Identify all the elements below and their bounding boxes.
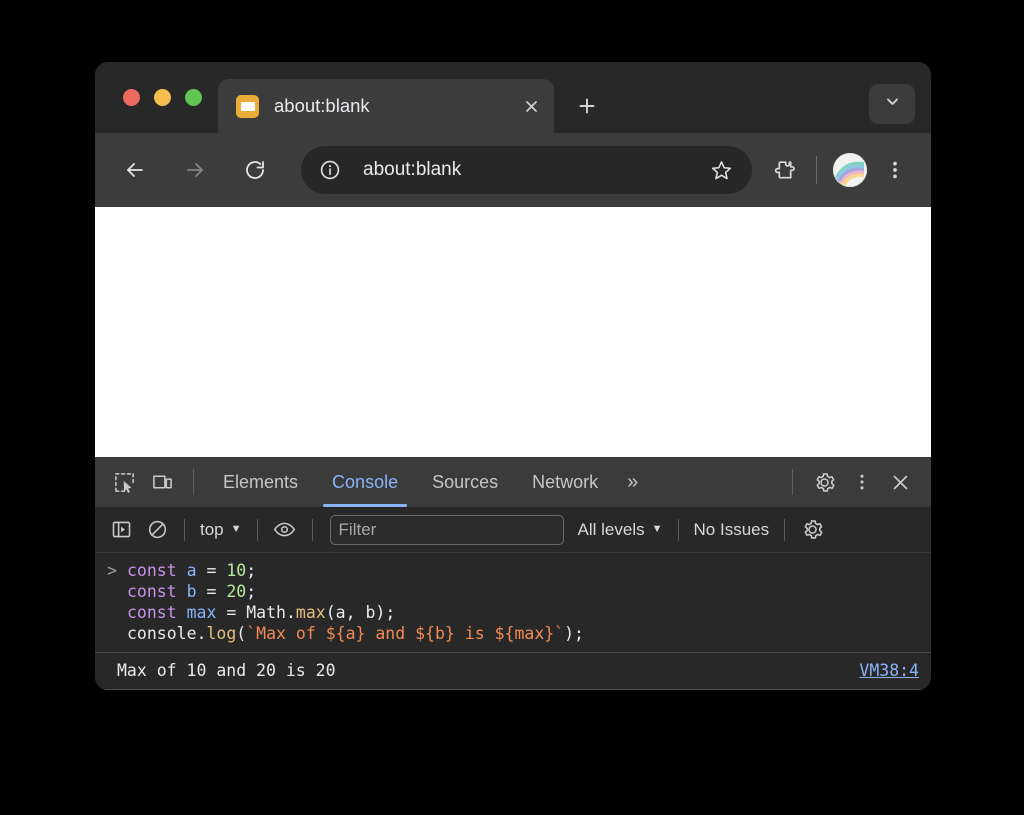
console-toolbar-divider-5	[784, 518, 786, 541]
console-toolbar-divider-3	[311, 518, 313, 541]
code-token: 20	[226, 582, 247, 601]
tab-network[interactable]: Network	[515, 457, 615, 507]
toolbar-right-actions	[762, 148, 917, 192]
tab-strip: about:blank	[95, 62, 931, 133]
more-tabs-icon[interactable]: »	[615, 471, 650, 494]
log-level-selector[interactable]: All levels ▼	[572, 520, 669, 540]
tab-label: Console	[332, 471, 399, 492]
code-token: b	[186, 582, 197, 601]
forward-button[interactable]	[173, 148, 217, 192]
new-tab-button[interactable]	[568, 87, 606, 125]
code-token: max	[186, 603, 217, 622]
console-toolbar: top ▼ All levels ▼ No Issues	[95, 507, 931, 553]
browser-tab-about-blank[interactable]: about:blank	[218, 79, 554, 133]
devtools-close-icon[interactable]	[881, 463, 919, 501]
code-token: =	[196, 561, 227, 580]
clear-console-icon[interactable]	[139, 512, 175, 548]
code-token: (a, b);	[325, 603, 396, 622]
devtools-tab-bar: Elements Console Sources Network »	[95, 457, 931, 507]
browser-toolbar: about:blank	[95, 133, 931, 207]
window-minimize-button[interactable]	[154, 89, 171, 106]
execution-context-selector[interactable]: top ▼	[194, 520, 248, 540]
tab-label: Elements	[223, 471, 299, 492]
code-token: const	[127, 561, 177, 580]
console-output-text: Max of 10 and 20 is 20	[117, 661, 336, 680]
address-bar[interactable]: about:blank	[301, 146, 752, 194]
code-token: `Max of ${a} and ${b} is ${max}`	[246, 624, 565, 643]
chevron-down-icon: ▼	[230, 523, 242, 535]
execution-context-label: top	[200, 519, 224, 539]
console-prompt-caret: >	[107, 561, 117, 580]
live-expression-eye-icon[interactable]	[267, 512, 303, 548]
devtools-divider-right	[792, 469, 793, 495]
window-traffic-lights	[95, 62, 218, 133]
devtools-divider	[193, 469, 194, 495]
code-token: max	[295, 603, 326, 622]
console-settings-gear-icon[interactable]	[794, 512, 830, 548]
page-viewport[interactable]	[95, 207, 931, 457]
desktop-background: about:blank about:blank Elements Console…	[0, 0, 1024, 815]
code-token: log	[206, 624, 237, 643]
tab-title: about:blank	[274, 95, 370, 116]
code-token: const	[127, 582, 177, 601]
reload-button[interactable]	[233, 148, 277, 192]
console-toolbar-divider-1	[184, 518, 185, 541]
code-token: a	[186, 561, 197, 580]
device-toolbar-icon[interactable]	[143, 463, 181, 501]
code-token: ;	[246, 561, 257, 580]
code-token: ;	[246, 582, 257, 601]
extensions-puzzle-icon[interactable]	[762, 148, 806, 192]
console-output-message: Max of 10 and 20 is 20 VM38:4	[95, 652, 931, 690]
devtools-settings-gear-icon[interactable]	[805, 463, 843, 501]
page-favicon-icon	[236, 94, 259, 118]
console-filter-input[interactable]	[329, 514, 564, 545]
devtools-panel: Elements Console Sources Network » top ▼…	[95, 457, 931, 690]
tab-label: Sources	[432, 471, 499, 492]
console-source-link[interactable]: VM38:4	[859, 660, 919, 681]
toolbar-divider	[816, 156, 817, 184]
tab-label: Network	[532, 471, 599, 492]
chevron-down-icon: ▼	[651, 523, 663, 535]
code-token: const	[127, 603, 177, 622]
chevron-down-icon	[884, 93, 901, 115]
console-toolbar-divider-2	[256, 518, 258, 541]
code-token: console.	[127, 624, 207, 643]
info-circle-icon[interactable]	[311, 151, 349, 189]
code-token: =	[196, 582, 227, 601]
code-token: );	[564, 624, 584, 643]
code-token: =	[216, 603, 247, 622]
console-body[interactable]: > const a = 10; const b = 20; const max …	[95, 553, 931, 690]
address-bar-url: about:blank	[363, 159, 462, 180]
tab-elements[interactable]: Elements	[206, 457, 315, 507]
devtools-menu-icon[interactable]	[843, 463, 881, 501]
code-token: 10	[226, 561, 247, 580]
window-maximize-button[interactable]	[185, 89, 202, 106]
console-prompt-row[interactable]: > const a = 10; const b = 20; const max …	[95, 553, 931, 650]
inspect-element-icon[interactable]	[105, 463, 143, 501]
browser-window: about:blank about:blank Elements Console…	[95, 62, 931, 690]
tab-search-button[interactable]	[869, 84, 915, 124]
issues-status[interactable]: No Issues	[688, 520, 776, 540]
back-button[interactable]	[113, 148, 157, 192]
profile-avatar[interactable]	[833, 153, 867, 187]
console-toolbar-divider-4	[677, 518, 679, 541]
code-token: (	[236, 624, 247, 643]
tab-close-icon[interactable]	[518, 93, 544, 119]
tab-sources[interactable]: Sources	[415, 457, 515, 507]
log-level-label: All levels	[577, 519, 645, 539]
console-sidebar-toggle-icon[interactable]	[103, 512, 139, 548]
browser-menu-icon[interactable]	[873, 148, 917, 192]
window-close-button[interactable]	[123, 89, 140, 106]
console-input-code[interactable]: const a = 10; const b = 20; const max = …	[127, 560, 919, 644]
bookmark-star-icon[interactable]	[702, 151, 740, 189]
tab-console[interactable]: Console	[315, 457, 415, 507]
code-token: Math.	[246, 603, 296, 622]
